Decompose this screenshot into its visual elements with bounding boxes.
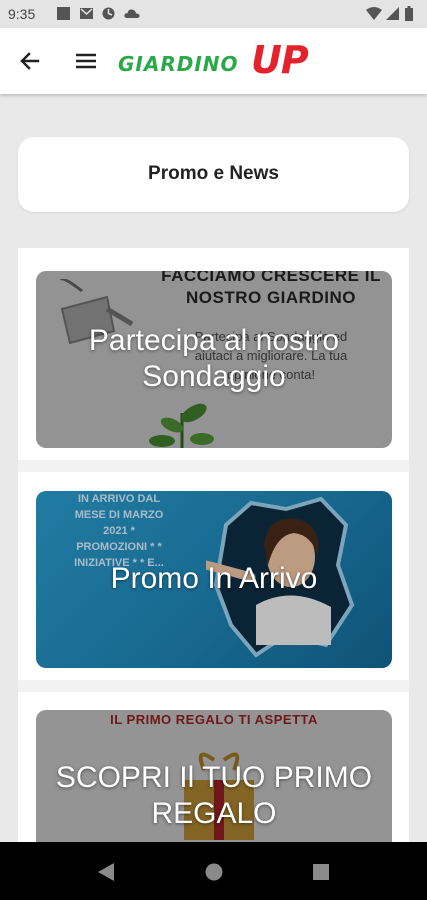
cloud-icon <box>124 9 140 18</box>
section-title-card: Promo e News <box>18 137 409 212</box>
signal-icon <box>386 7 399 20</box>
gmail-icon <box>80 8 93 19</box>
menu-icon[interactable] <box>72 47 100 75</box>
card-title: SCOPRI Il TUO PRIMO REGALO <box>55 761 373 830</box>
card-title: Promo In Arrivo <box>110 562 318 595</box>
status-time: 9:35 <box>8 6 36 22</box>
logo-text-giardino: GIARDINO <box>118 52 239 76</box>
promo-card-sondaggio[interactable]: FACCIAMO CRESCERE IL NOSTRO GIARDINO Par… <box>36 271 392 448</box>
promo-news-list: FACCIAMO CRESCERE IL NOSTRO GIARDINO Par… <box>18 248 409 848</box>
data-saver-icon <box>102 7 115 20</box>
card-separator <box>18 680 409 692</box>
promo-card-promo-in-arrivo[interactable]: IN ARRIVO DAL MESE DI MARZO 2021 * PROMO… <box>36 491 392 668</box>
card-title: Partecipa al nostro Sondaggio <box>88 324 340 393</box>
page-title: Promo e News <box>148 163 279 184</box>
nav-recents-icon[interactable] <box>312 862 330 882</box>
card-separator <box>18 460 409 472</box>
nav-back-icon[interactable] <box>97 862 115 882</box>
wifi-icon <box>366 7 382 20</box>
system-nav-bar <box>0 842 427 900</box>
back-arrow-icon[interactable] <box>16 47 44 75</box>
promo-card-primo-regalo[interactable]: IL PRIMO REGALO TI ASPETTA SCOPRI Il TUO… <box>36 710 392 848</box>
battery-icon <box>405 6 413 21</box>
notification-square-icon <box>57 7 70 20</box>
status-bar: 9:35 <box>0 0 427 28</box>
logo-text-up: UP <box>251 38 309 82</box>
nav-home-icon[interactable] <box>205 862 223 882</box>
